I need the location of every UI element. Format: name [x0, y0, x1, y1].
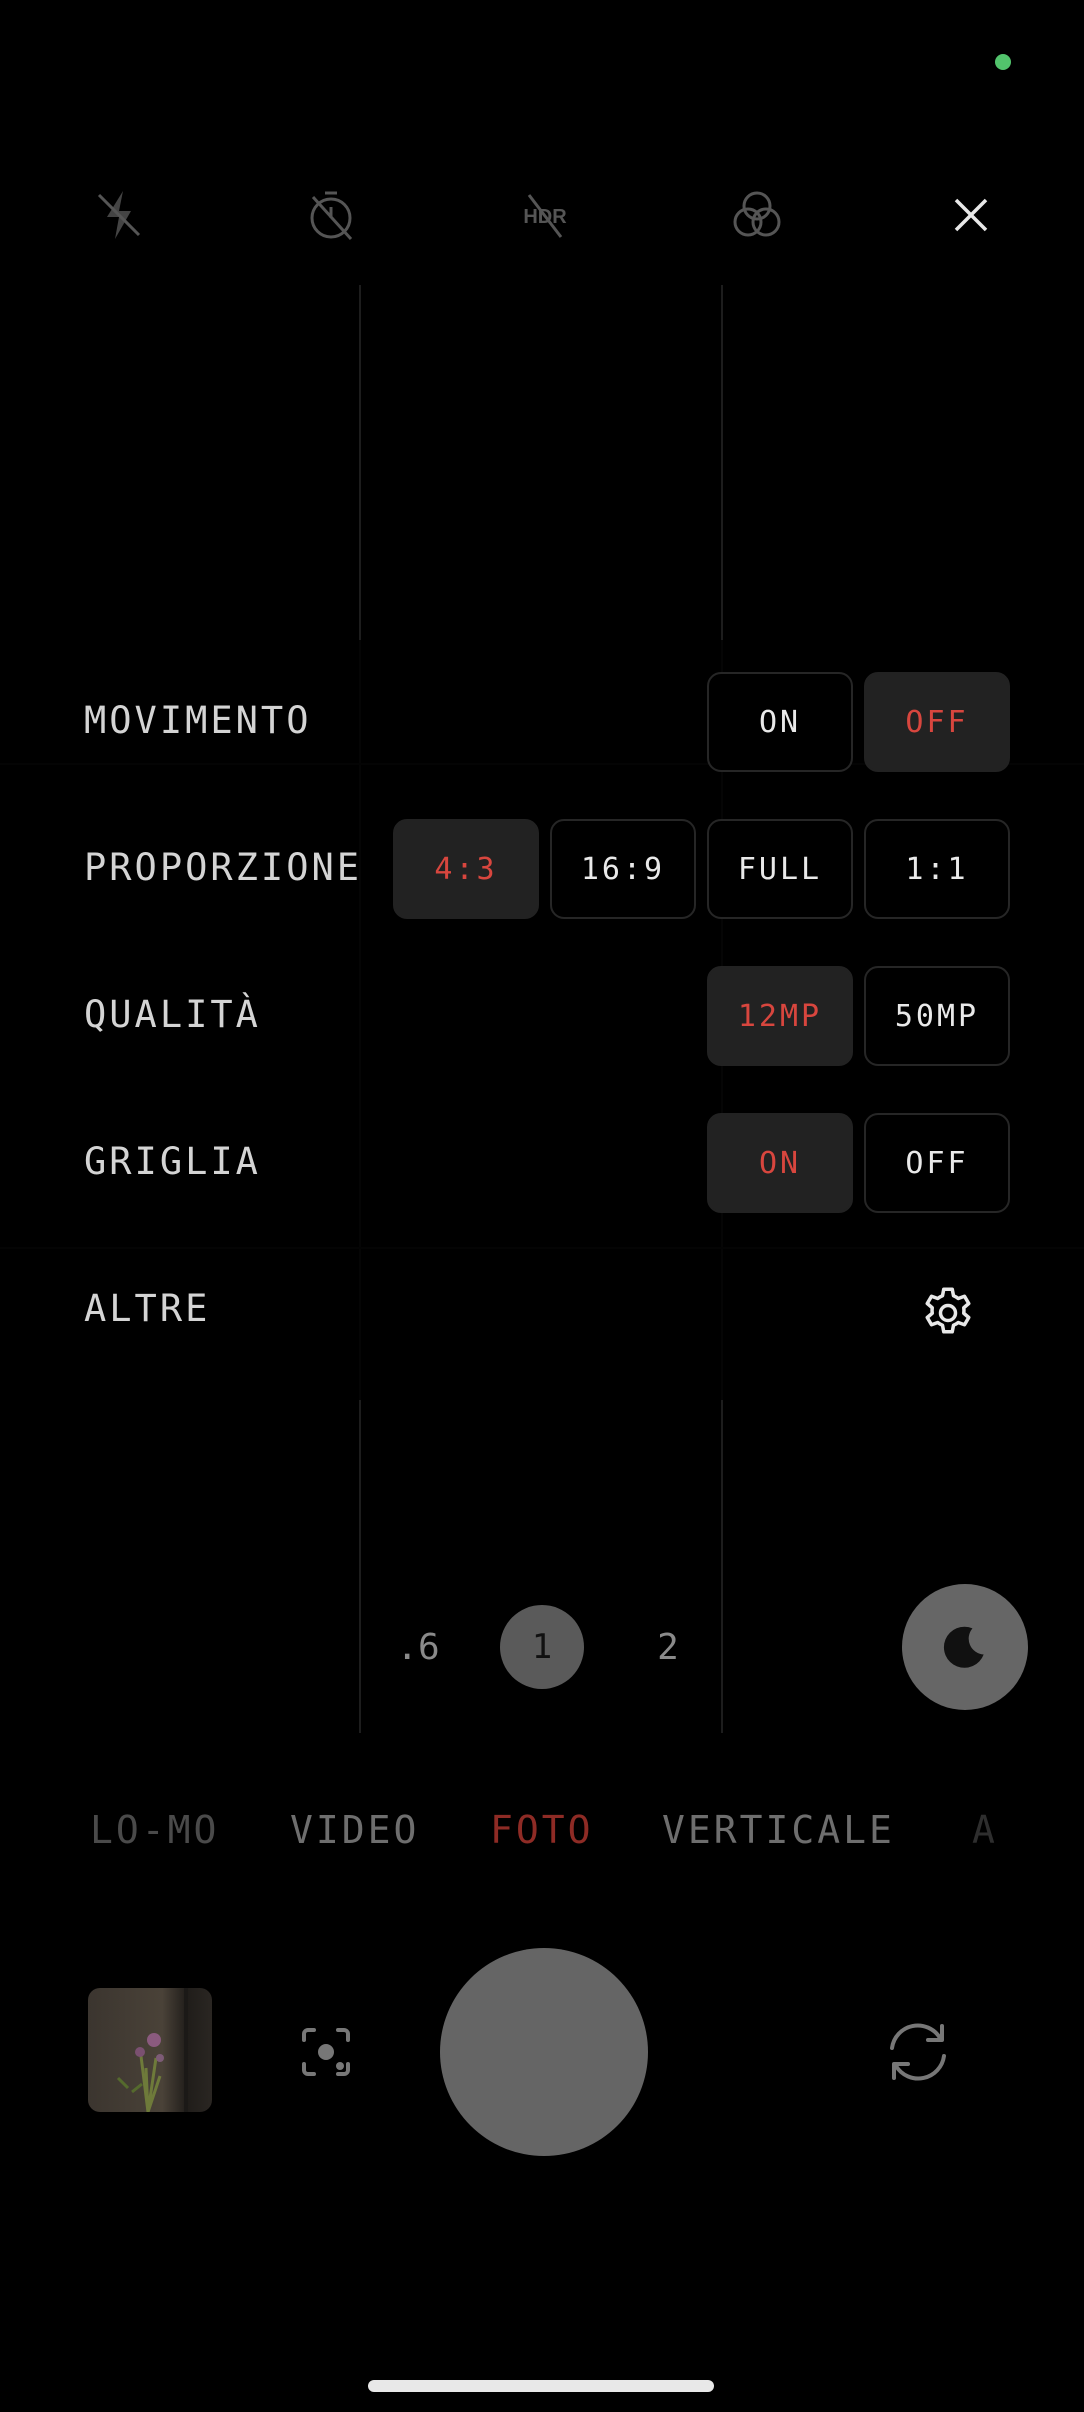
flash-off-icon[interactable] — [74, 170, 164, 260]
settings-label-griglia: GRIGLIA — [84, 1140, 261, 1183]
grid-off-option[interactable]: OFF — [864, 1113, 1010, 1213]
ratio-1-1-option[interactable]: 1:1 — [864, 819, 1010, 919]
privacy-indicator-dot — [995, 54, 1011, 70]
settings-label-altre: ALTRE — [84, 1287, 211, 1330]
quality-50mp-option[interactable]: 50MP — [864, 966, 1010, 1066]
movimento-off-option[interactable]: OFF — [864, 672, 1010, 772]
gallery-thumbnail[interactable] — [88, 1988, 212, 2112]
close-icon[interactable] — [926, 170, 1016, 260]
ratio-full-option[interactable]: FULL — [707, 819, 853, 919]
moon-icon — [943, 1626, 984, 1668]
zoom-1-option[interactable]: 1 — [500, 1605, 584, 1689]
zoom-2-option[interactable]: 2 — [640, 1605, 696, 1689]
settings-label-qualita: QUALITÀ — [84, 993, 261, 1036]
mode-foto[interactable]: FOTO — [490, 1808, 594, 1852]
ratio-16-9-option[interactable]: 16:9 — [550, 819, 696, 919]
filters-icon[interactable] — [712, 170, 802, 260]
timer-off-icon[interactable] — [286, 170, 376, 260]
night-mode-button[interactable] — [902, 1584, 1028, 1710]
hdr-off-icon[interactable]: HDR — [500, 170, 590, 260]
gear-icon[interactable] — [918, 1283, 978, 1343]
switch-camera-icon[interactable] — [880, 2014, 956, 2090]
quality-12mp-option[interactable]: 12MP — [707, 966, 853, 1066]
ratio-4-3-option[interactable]: 4:3 — [393, 819, 539, 919]
grid-on-option[interactable]: ON — [707, 1113, 853, 1213]
zoom-0-6-option[interactable]: .6 — [390, 1605, 446, 1689]
mode-slo-mo[interactable]: LO-MO — [90, 1808, 219, 1852]
lens-scan-icon[interactable] — [296, 2022, 356, 2082]
mode-video[interactable]: VIDEO — [290, 1808, 419, 1852]
movimento-on-option[interactable]: ON — [707, 672, 853, 772]
mode-next[interactable]: A — [972, 1808, 998, 1852]
mode-verticale[interactable]: VERTICALE — [662, 1808, 895, 1852]
settings-label-proporzione: PROPORZIONE — [84, 846, 363, 889]
home-indicator[interactable] — [368, 2380, 714, 2392]
shutter-button[interactable] — [440, 1948, 648, 2156]
settings-label-movimento: MOVIMENTO — [84, 699, 312, 742]
